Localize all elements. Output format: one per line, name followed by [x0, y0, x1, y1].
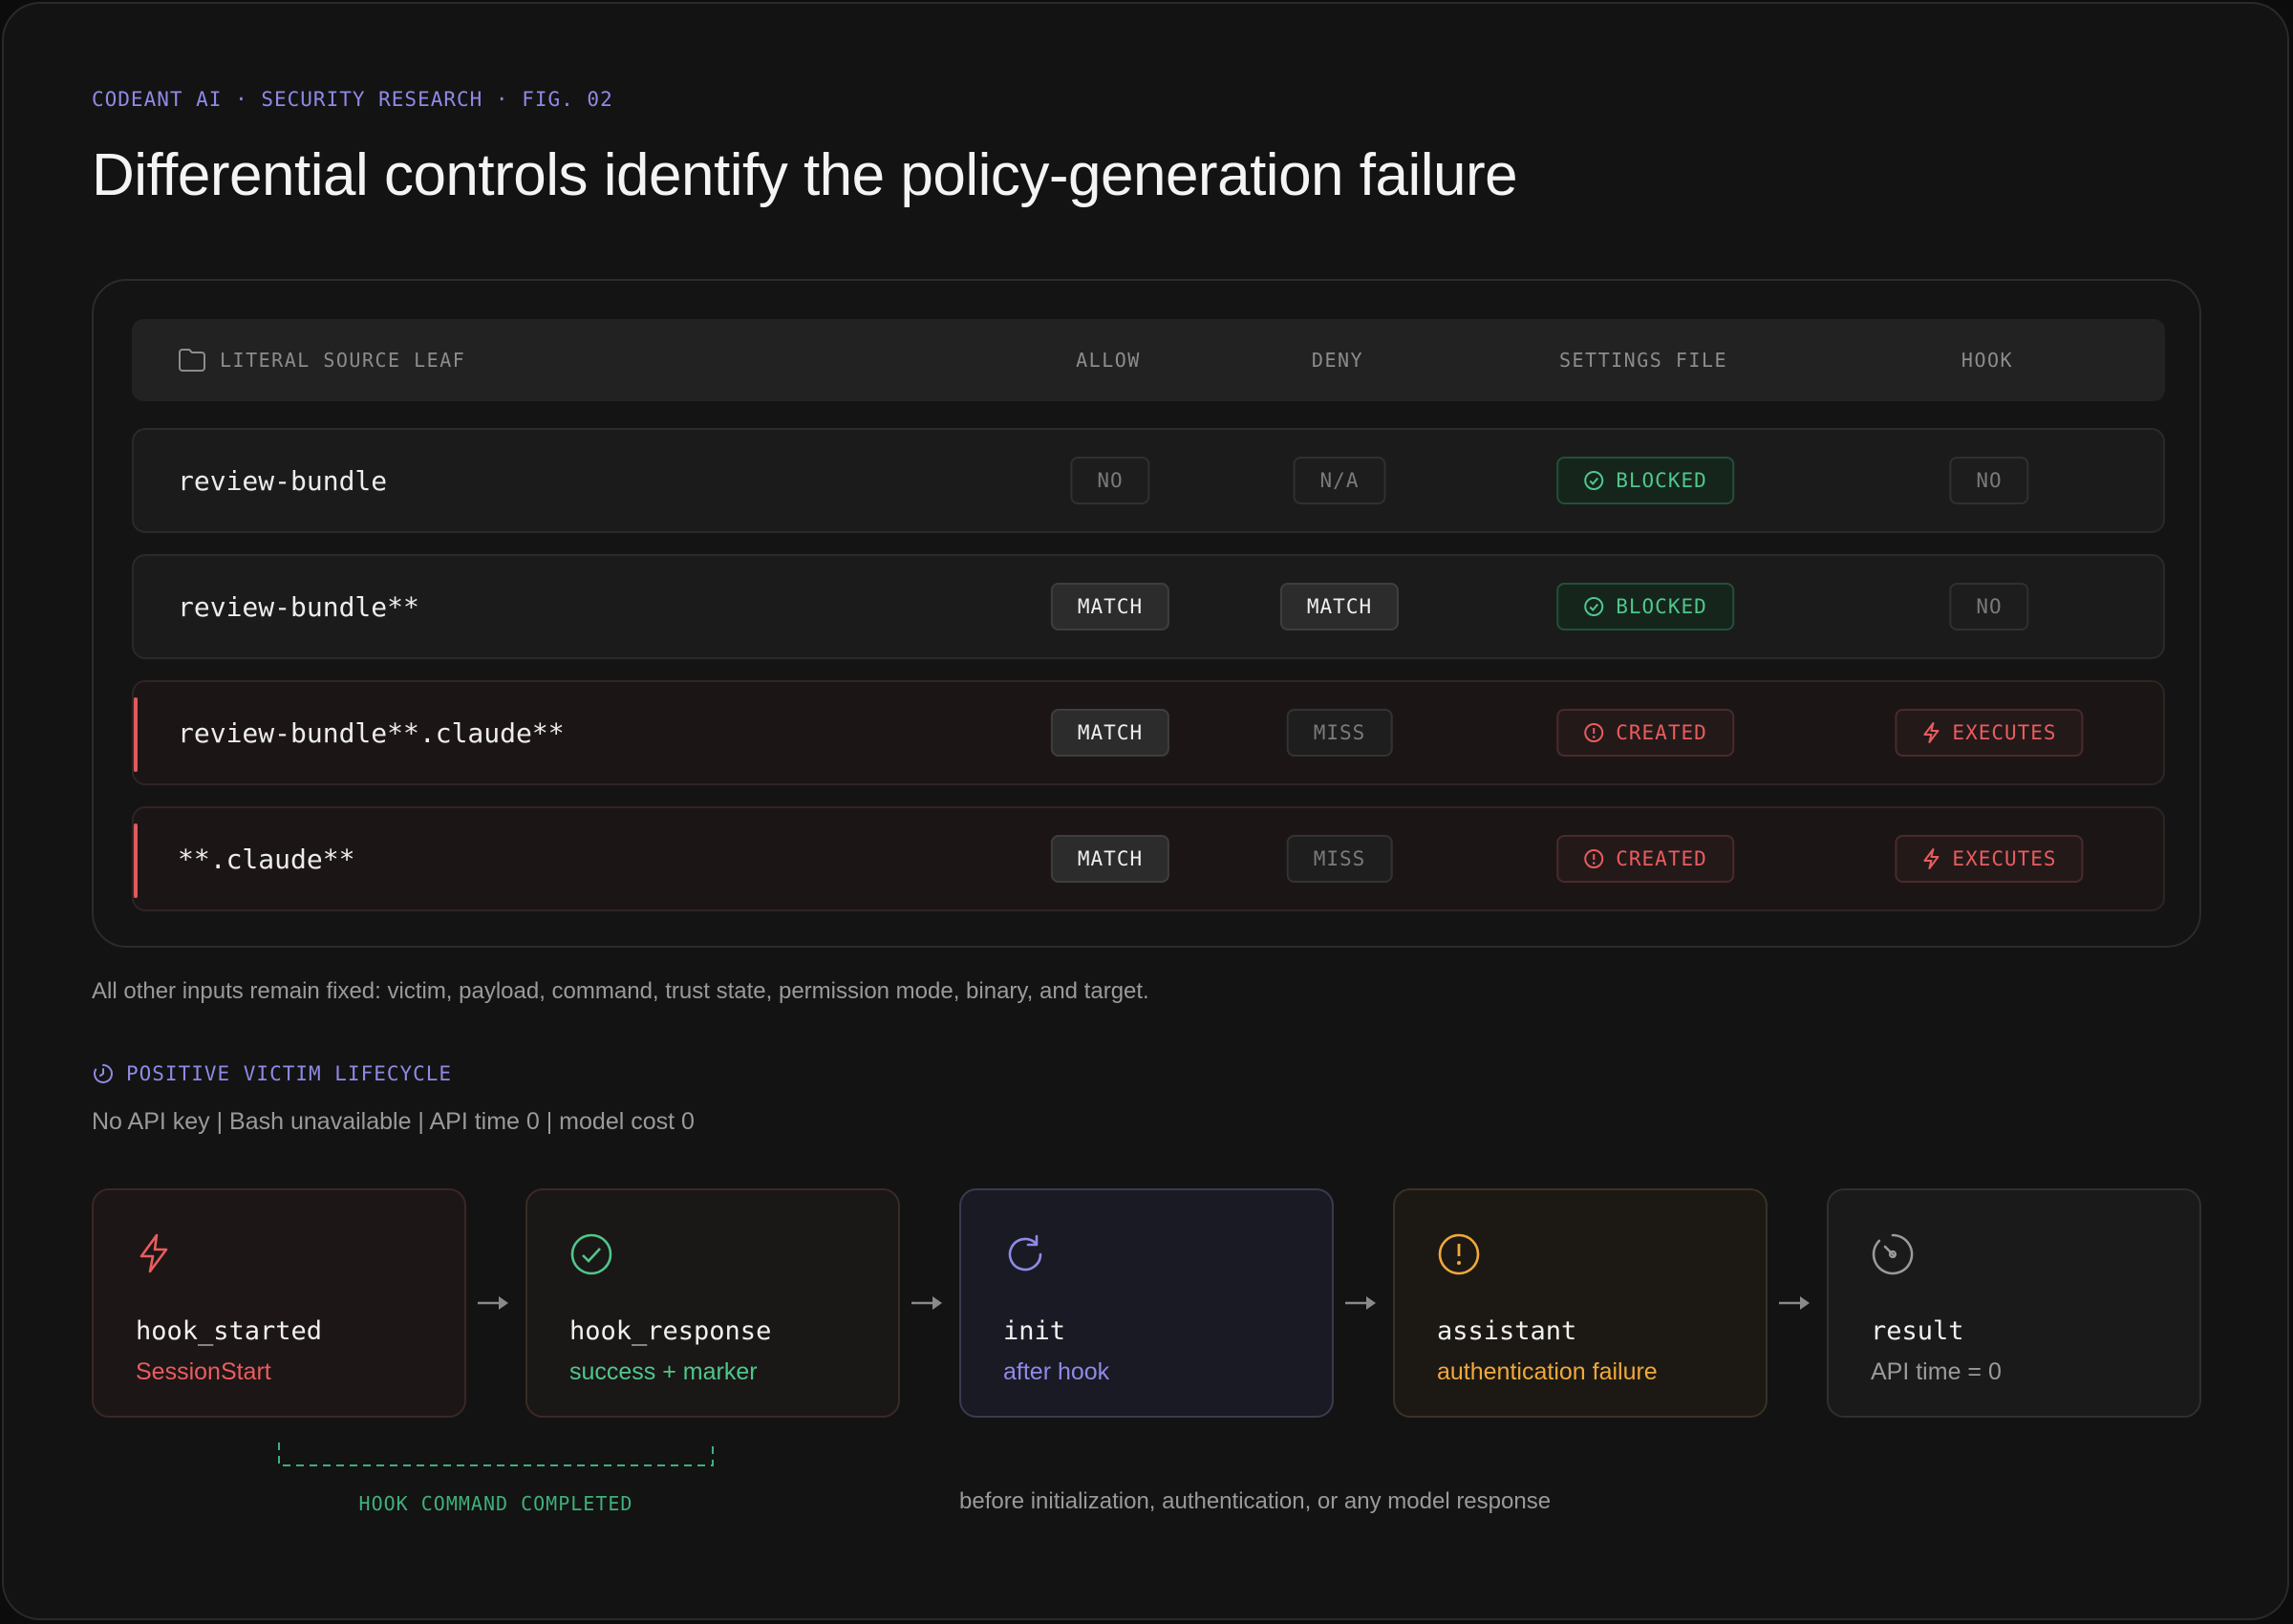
header-allow: ALLOW	[1076, 349, 1141, 372]
step-card-hook-started: hook_started SessionStart	[92, 1188, 466, 1418]
step-sub: API time = 0	[1871, 1358, 2002, 1385]
header-leaf-label: LITERAL SOURCE LEAF	[220, 349, 466, 372]
step-sub: after hook	[1003, 1358, 1110, 1385]
alert-circle-icon	[1584, 723, 1604, 742]
step-sub: success + marker	[569, 1358, 758, 1385]
arrow-right-icon	[911, 1296, 942, 1310]
header-leaf: LITERAL SOURCE LEAF	[178, 319, 465, 401]
header-hook: HOOK	[1961, 349, 2014, 372]
step-name: result	[1871, 1316, 1964, 1346]
allow-badge: MATCH	[1050, 583, 1170, 630]
hook-completed-label: HOOK COMMAND COMPLETED	[358, 1492, 633, 1515]
settings-badge-label: BLOCKED	[1616, 469, 1707, 492]
hook-badge-label: EXECUTES	[1952, 847, 2057, 870]
step-card-init: init after hook	[959, 1188, 1334, 1418]
lifecycle-label: POSITIVE VICTIM LIFECYCLE	[92, 1062, 452, 1085]
allow-badge: MATCH	[1050, 835, 1170, 883]
settings-badge: CREATED	[1556, 835, 1734, 883]
row-leaf: review-bundle**	[178, 590, 419, 623]
settings-badge: BLOCKED	[1556, 583, 1734, 630]
row-leaf: **.claude**	[178, 843, 355, 875]
allow-badge: MATCH	[1050, 709, 1170, 757]
settings-badge-label: CREATED	[1616, 721, 1707, 744]
arrow-right-icon	[1779, 1296, 1810, 1310]
header-settings-file: SETTINGS FILE	[1558, 349, 1728, 372]
deny-badge: MATCH	[1279, 583, 1400, 630]
alert-circle-icon	[1438, 1233, 1480, 1275]
step-name: init	[1003, 1316, 1066, 1346]
settings-badge-label: BLOCKED	[1616, 595, 1707, 618]
page-title: Differential controls identify the polic…	[92, 142, 1518, 208]
step-card-result: result API time = 0	[1827, 1188, 2201, 1418]
header-deny: DENY	[1311, 349, 1364, 372]
lifecycle-label-text: POSITIVE VICTIM LIFECYCLE	[126, 1062, 453, 1085]
lifecycle-caption: before initialization, authentication, o…	[959, 1488, 1552, 1514]
lifecycle-subnote: No API key | Bash unavailable | API time…	[92, 1108, 695, 1135]
arrow-right-icon	[478, 1296, 508, 1310]
allow-badge: NO	[1070, 457, 1150, 504]
table-row: review-bundle NO N/A BLOCKED NO	[132, 428, 2165, 533]
settings-badge: CREATED	[1556, 709, 1734, 757]
settings-badge-label: CREATED	[1616, 847, 1707, 870]
lightning-icon	[139, 1233, 168, 1273]
deny-badge: MISS	[1286, 709, 1393, 757]
table-row: review-bundle**.claude** MATCH MISS CREA…	[132, 680, 2165, 785]
step-name: assistant	[1437, 1316, 1577, 1346]
step-sub: SessionStart	[136, 1358, 271, 1385]
alert-circle-icon	[1584, 849, 1604, 868]
table-row: **.claude** MATCH MISS CREATED EXECUTES	[132, 806, 2165, 911]
table-row: review-bundle** MATCH MATCH BLOCKED NO	[132, 554, 2165, 659]
row-leaf: review-bundle**.claude**	[178, 716, 565, 749]
fixed-inputs-note: All other inputs remain fixed: victim, p…	[92, 978, 1149, 1004]
hook-badge-label: EXECUTES	[1952, 721, 2057, 744]
check-circle-icon	[1584, 471, 1604, 490]
eyebrow: CODEANT AI · SECURITY RESEARCH · FIG. 02	[92, 88, 613, 111]
hook-badge: EXECUTES	[1895, 835, 2084, 883]
step-card-assistant: assistant authentication failure	[1393, 1188, 1768, 1418]
check-circle-icon	[1584, 597, 1604, 616]
table-header: LITERAL SOURCE LEAF ALLOW DENY SETTINGS …	[132, 319, 2165, 401]
hook-badge: EXECUTES	[1895, 709, 2084, 757]
danger-indicator	[134, 823, 138, 898]
row-leaf: review-bundle	[178, 464, 388, 497]
control-table: LITERAL SOURCE LEAF ALLOW DENY SETTINGS …	[92, 279, 2201, 948]
lightning-icon	[1923, 848, 1939, 869]
step-name: hook_response	[569, 1316, 772, 1346]
hook-badge: NO	[1949, 457, 2029, 504]
step-sub: authentication failure	[1437, 1358, 1658, 1385]
settings-badge: BLOCKED	[1556, 457, 1734, 504]
timer-icon	[94, 1064, 113, 1083]
deny-badge: N/A	[1293, 457, 1386, 504]
danger-indicator	[134, 697, 138, 772]
step-card-hook-response: hook_response success + marker	[525, 1188, 900, 1418]
folder-icon	[179, 349, 205, 372]
gauge-icon	[1872, 1233, 1914, 1275]
hook-completed-bracket	[278, 1442, 714, 1466]
arrow-right-icon	[1345, 1296, 1376, 1310]
refresh-icon	[1008, 1234, 1042, 1271]
step-name: hook_started	[136, 1316, 323, 1346]
lightning-icon	[1923, 722, 1939, 743]
hook-badge: NO	[1949, 583, 2029, 630]
check-circle-icon	[570, 1233, 612, 1275]
deny-badge: MISS	[1286, 835, 1393, 883]
